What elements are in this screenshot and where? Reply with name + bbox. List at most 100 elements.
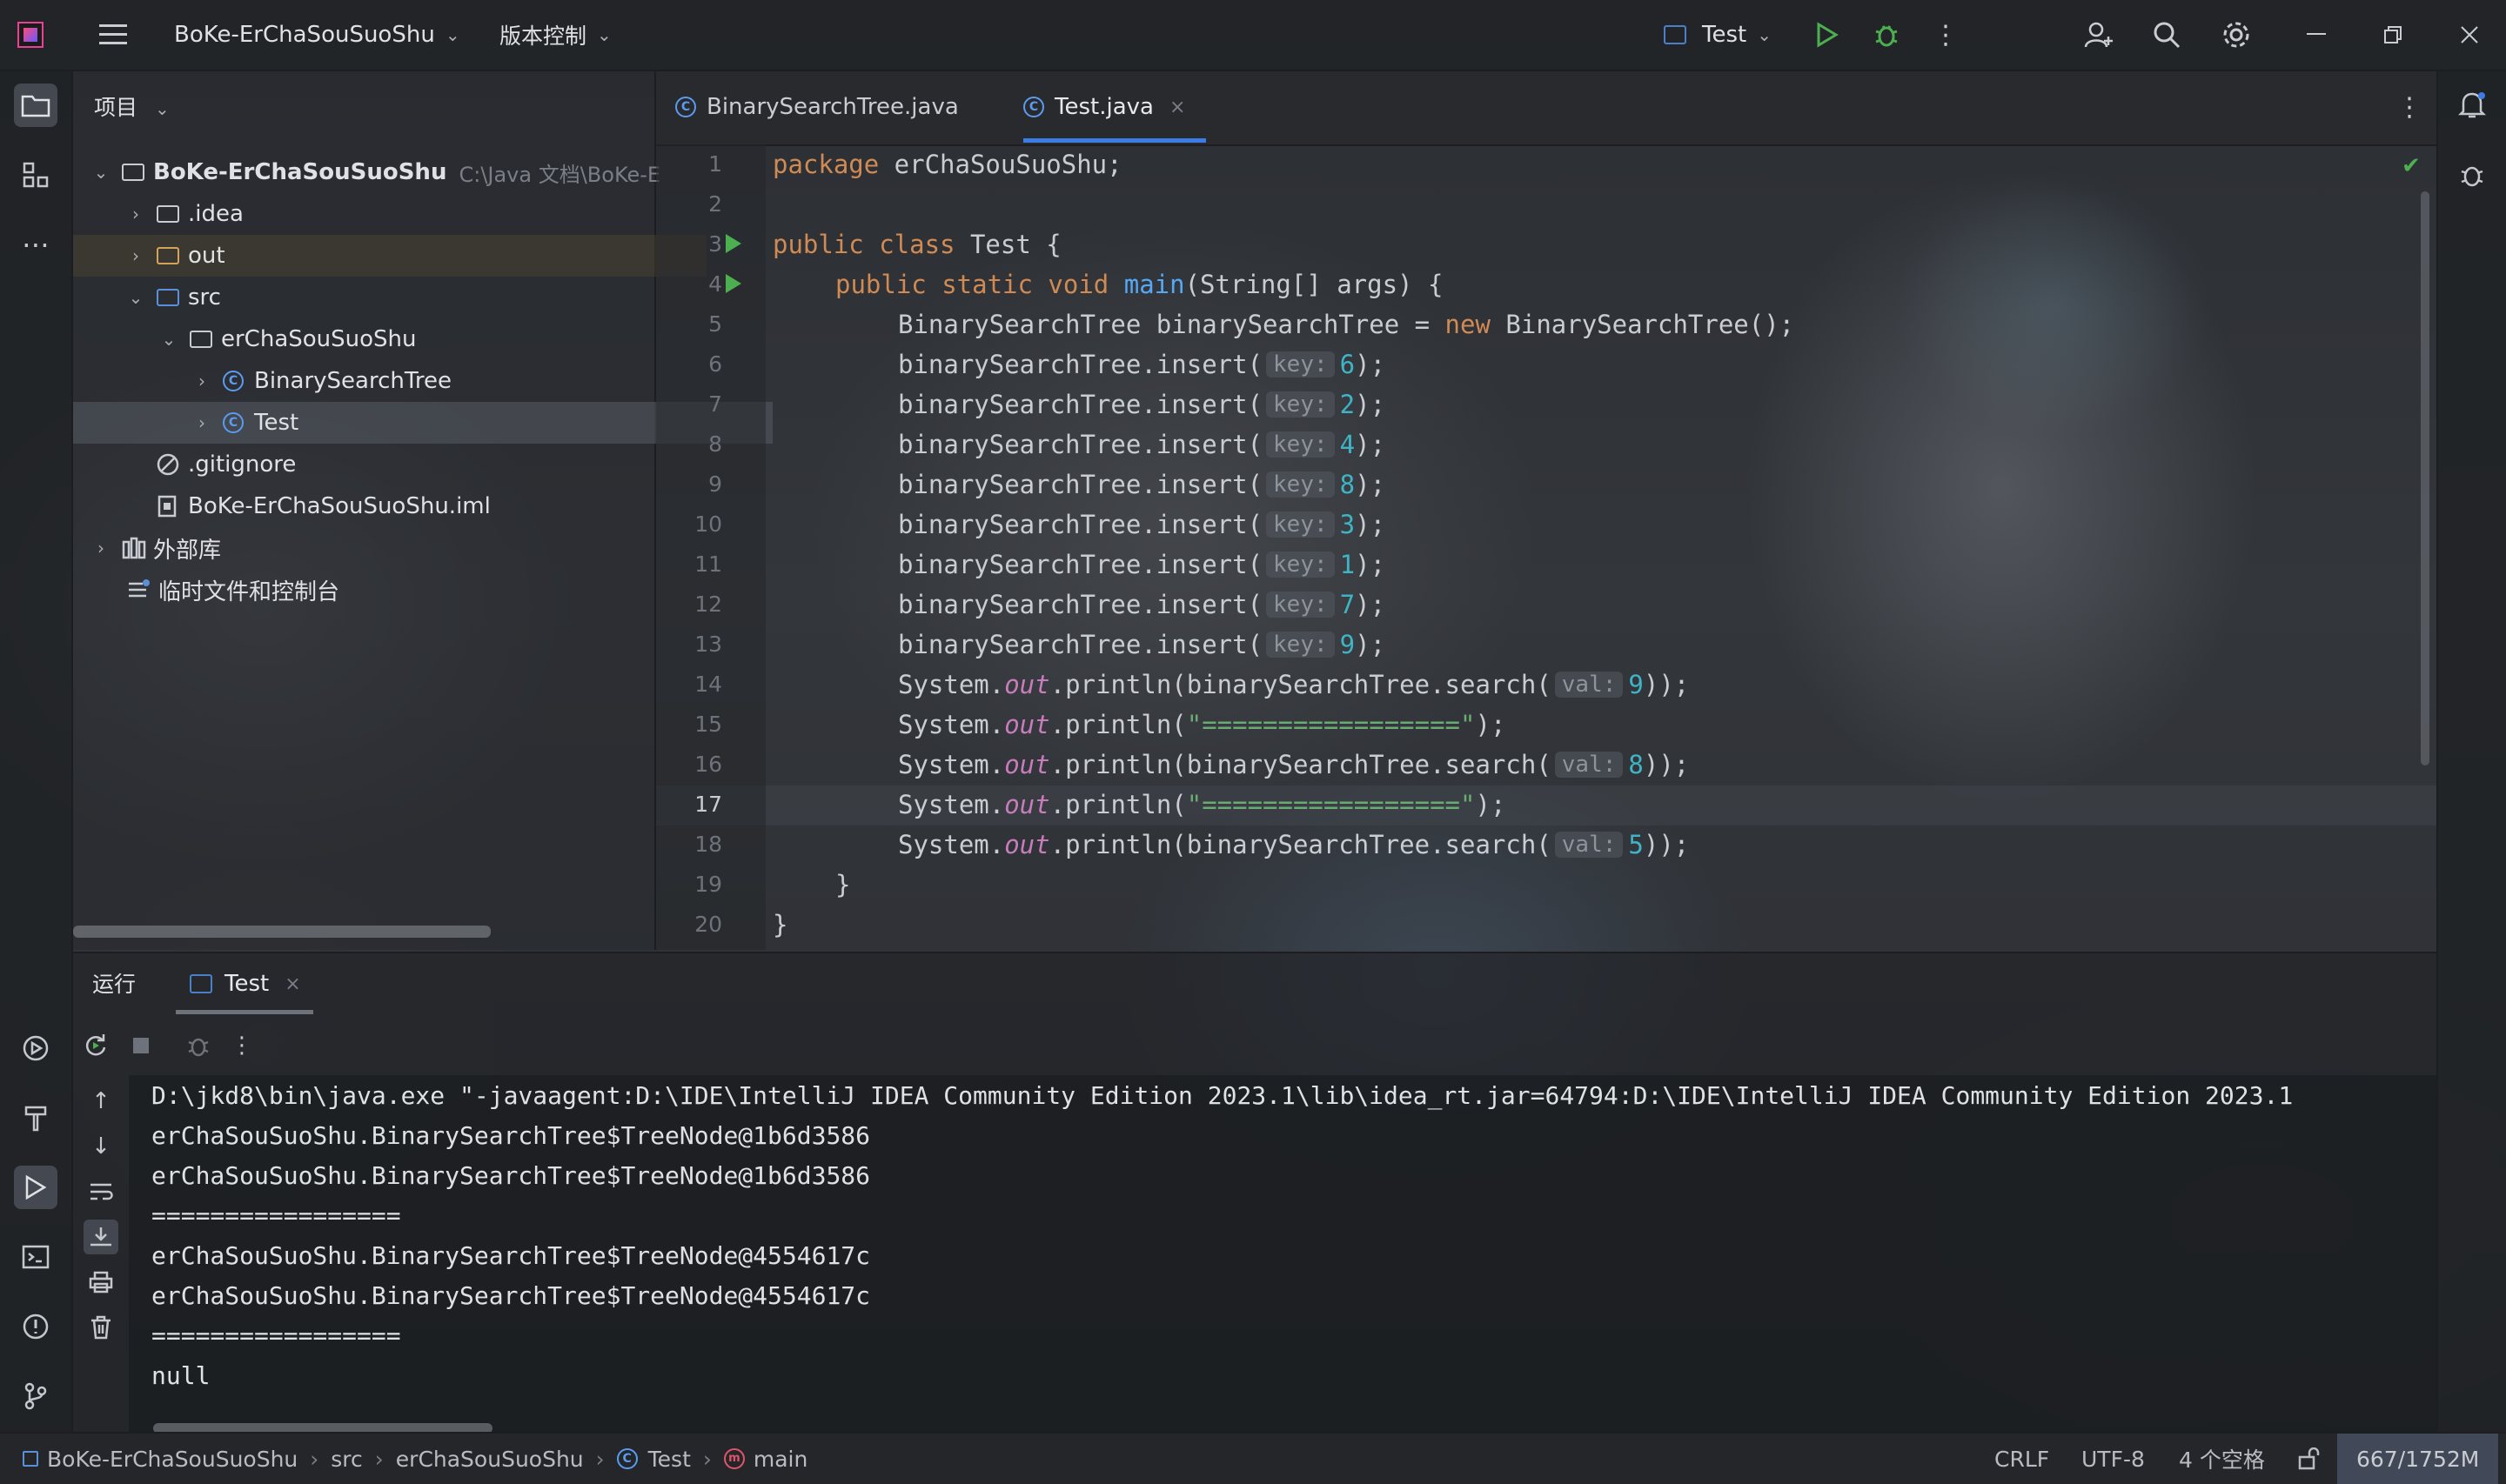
print-icon[interactable] bbox=[84, 1265, 118, 1300]
debug-button[interactable] bbox=[1867, 0, 1906, 70]
project-panel-header[interactable]: 项目 ⌄ bbox=[94, 90, 170, 122]
close-tab-icon[interactable]: × bbox=[1169, 97, 1185, 118]
code-editor[interactable]: package erChaSouSuoShu; public class Tes… bbox=[767, 144, 2436, 950]
breadcrumb-item[interactable]: erChaSouSuoShu bbox=[396, 1447, 584, 1472]
line-number: 15 bbox=[694, 712, 722, 737]
module-folder-icon bbox=[122, 164, 144, 181]
services-icon[interactable] bbox=[14, 1026, 57, 1070]
tab-label: Test.java bbox=[1055, 94, 1154, 120]
close-icon[interactable] bbox=[2450, 0, 2489, 70]
rerun-icon[interactable] bbox=[78, 1028, 113, 1063]
more-actions-icon[interactable]: ⋮ bbox=[1926, 0, 1965, 70]
code-line-insert: binarySearchTree.insert(key: 1); bbox=[773, 545, 1385, 585]
number-literal: 2 bbox=[1339, 390, 1356, 419]
problems-icon[interactable] bbox=[14, 1305, 57, 1348]
trash-icon[interactable] bbox=[84, 1310, 118, 1345]
more-actions-icon[interactable]: ⋮ bbox=[224, 1028, 259, 1063]
line-number: 6 bbox=[708, 351, 722, 377]
code-line-insert: binarySearchTree.insert(key: 2); bbox=[773, 384, 1385, 424]
breadcrumb-item[interactable]: main bbox=[754, 1447, 807, 1472]
class-icon: C bbox=[1023, 97, 1044, 117]
breadcrumb-item[interactable]: src bbox=[331, 1447, 363, 1472]
code-text: )); bbox=[1643, 830, 1690, 859]
stop-icon[interactable] bbox=[124, 1028, 158, 1063]
tree-item-scratches[interactable]: 临时文件和控制台 bbox=[73, 569, 708, 611]
lock-icon[interactable] bbox=[2297, 1434, 2320, 1484]
breadcrumb-item[interactable]: Test bbox=[648, 1447, 691, 1472]
structure-icon[interactable] bbox=[14, 153, 57, 197]
run-config-selector[interactable]: Test ⌄ bbox=[1664, 0, 1772, 70]
param-hint: val: bbox=[1554, 832, 1624, 858]
file-encoding[interactable]: UTF-8 bbox=[2081, 1434, 2145, 1484]
tree-item-label: out bbox=[188, 243, 225, 269]
run-gutter-icon[interactable] bbox=[726, 274, 741, 293]
code-text: erChaSouSuoShu; bbox=[879, 150, 1122, 179]
run-gutter-icon[interactable] bbox=[726, 234, 741, 253]
code-text: System. bbox=[898, 830, 1005, 859]
git-branch-icon[interactable] bbox=[14, 1374, 57, 1418]
memory-indicator[interactable]: 667/1752M bbox=[2337, 1434, 2499, 1484]
minimize-icon[interactable] bbox=[2297, 0, 2335, 70]
project-folder-icon[interactable] bbox=[14, 84, 57, 127]
code-line-5: BinarySearchTree binarySearchTree = new … bbox=[773, 304, 1794, 344]
number-literal: 6 bbox=[1339, 350, 1356, 379]
debug-bug-icon[interactable] bbox=[181, 1028, 216, 1063]
run-tab-test[interactable]: Test × bbox=[176, 962, 313, 1014]
run-tool-window: 运行 Test × ⋮ ↑ ↓ D:\jkd8\bin\java.exe "-j… bbox=[73, 952, 2436, 1434]
keyword: public class bbox=[773, 230, 955, 259]
run-tool-icon[interactable] bbox=[14, 1166, 57, 1209]
chevron-down-icon: ⌄ bbox=[161, 329, 177, 350]
vcs-menu[interactable]: 版本控制 ⌄ bbox=[499, 0, 612, 70]
code-line-println-search: System. out .println(binarySearchTree.sear… bbox=[773, 825, 1689, 865]
tree-item-label: src bbox=[188, 284, 221, 311]
tree-item-src[interactable]: ⌄ src bbox=[73, 277, 707, 318]
tree-item-project-root[interactable]: ⌄ BoKe-ErChaSouSuoShu C:\Java 文档\BoKe-E bbox=[73, 151, 672, 193]
restore-icon[interactable] bbox=[2374, 0, 2412, 70]
arrow-up-icon[interactable]: ↑ bbox=[84, 1084, 118, 1119]
tab-options-icon[interactable]: ⋮ bbox=[2396, 71, 2422, 143]
tab-binarysearchtree-java[interactable]: C BinarySearchTree.java bbox=[675, 71, 959, 143]
chevron-right-icon: › bbox=[198, 371, 205, 391]
add-user-icon[interactable] bbox=[2080, 0, 2118, 70]
more-tools-icon[interactable]: ⋯ bbox=[14, 223, 57, 266]
search-icon[interactable] bbox=[2148, 0, 2186, 70]
line-separator[interactable]: CRLF bbox=[1994, 1434, 2049, 1484]
arrow-down-icon[interactable]: ↓ bbox=[84, 1129, 118, 1164]
tree-item-gitignore[interactable]: .gitignore bbox=[73, 444, 738, 485]
editor-tab-bar: C BinarySearchTree.java C Test.java × ⋮ bbox=[656, 71, 2436, 146]
project-switcher[interactable]: BoKe-ErChaSouSuoShu ⌄ bbox=[174, 0, 460, 70]
run-config-label: Test bbox=[1702, 22, 1747, 48]
notifications-bell-icon[interactable] bbox=[2450, 84, 2494, 127]
editor-scrollbar[interactable] bbox=[2421, 191, 2429, 765]
tree-item-package[interactable]: ⌄ erChaSouSuoShu bbox=[73, 318, 740, 360]
keyword: new bbox=[1444, 310, 1491, 339]
settings-gear-icon[interactable] bbox=[2217, 0, 2255, 70]
main-menu-icon[interactable] bbox=[94, 0, 132, 70]
line-number: 13 bbox=[694, 632, 722, 657]
horizontal-scrollbar[interactable] bbox=[73, 926, 491, 938]
indent-setting[interactable]: 4 个空格 bbox=[2179, 1434, 2265, 1484]
tree-item-out[interactable]: › out bbox=[73, 235, 707, 277]
debug-bug-icon[interactable] bbox=[2450, 153, 2494, 197]
code-text: binarySearchTree.insert( bbox=[898, 510, 1263, 539]
tree-item-idea[interactable]: › .idea bbox=[73, 193, 707, 235]
scroll-to-end-icon[interactable] bbox=[84, 1220, 118, 1254]
code-text: binarySearchTree.insert( bbox=[898, 430, 1263, 459]
tree-item-iml[interactable]: BoKe-ErChaSouSuoShu.iml bbox=[73, 485, 738, 527]
breadcrumb-item[interactable]: BoKe-ErChaSouSuoShu bbox=[47, 1447, 298, 1472]
tree-item-external-libs[interactable]: › 外部库 bbox=[73, 527, 672, 569]
inspection-ok-check-icon[interactable]: ✔ bbox=[2402, 153, 2421, 179]
param-hint: key: bbox=[1266, 431, 1335, 458]
chevron-right-icon: › bbox=[310, 1446, 319, 1472]
status-bar: BoKe-ErChaSouSuoShu › src › erChaSouSuoS… bbox=[0, 1432, 2506, 1484]
code-line-4: public static void main (String[] args) { bbox=[773, 264, 1443, 304]
code-line-println-separator: System. out .println("================="); bbox=[773, 785, 1505, 825]
console-output[interactable]: D:\jkd8\bin\java.exe "-javaagent:D:\IDE\… bbox=[129, 1075, 2436, 1434]
run-button[interactable] bbox=[1808, 0, 1846, 70]
close-tab-icon[interactable]: × bbox=[285, 973, 300, 995]
console-line: erChaSouSuoShu.BinarySearchTree$TreeNode… bbox=[151, 1280, 871, 1310]
soft-wrap-icon[interactable] bbox=[84, 1174, 118, 1209]
tab-test-java[interactable]: C Test.java × bbox=[1023, 71, 1207, 143]
terminal-icon[interactable] bbox=[14, 1235, 57, 1279]
build-hammer-icon[interactable] bbox=[14, 1096, 57, 1140]
